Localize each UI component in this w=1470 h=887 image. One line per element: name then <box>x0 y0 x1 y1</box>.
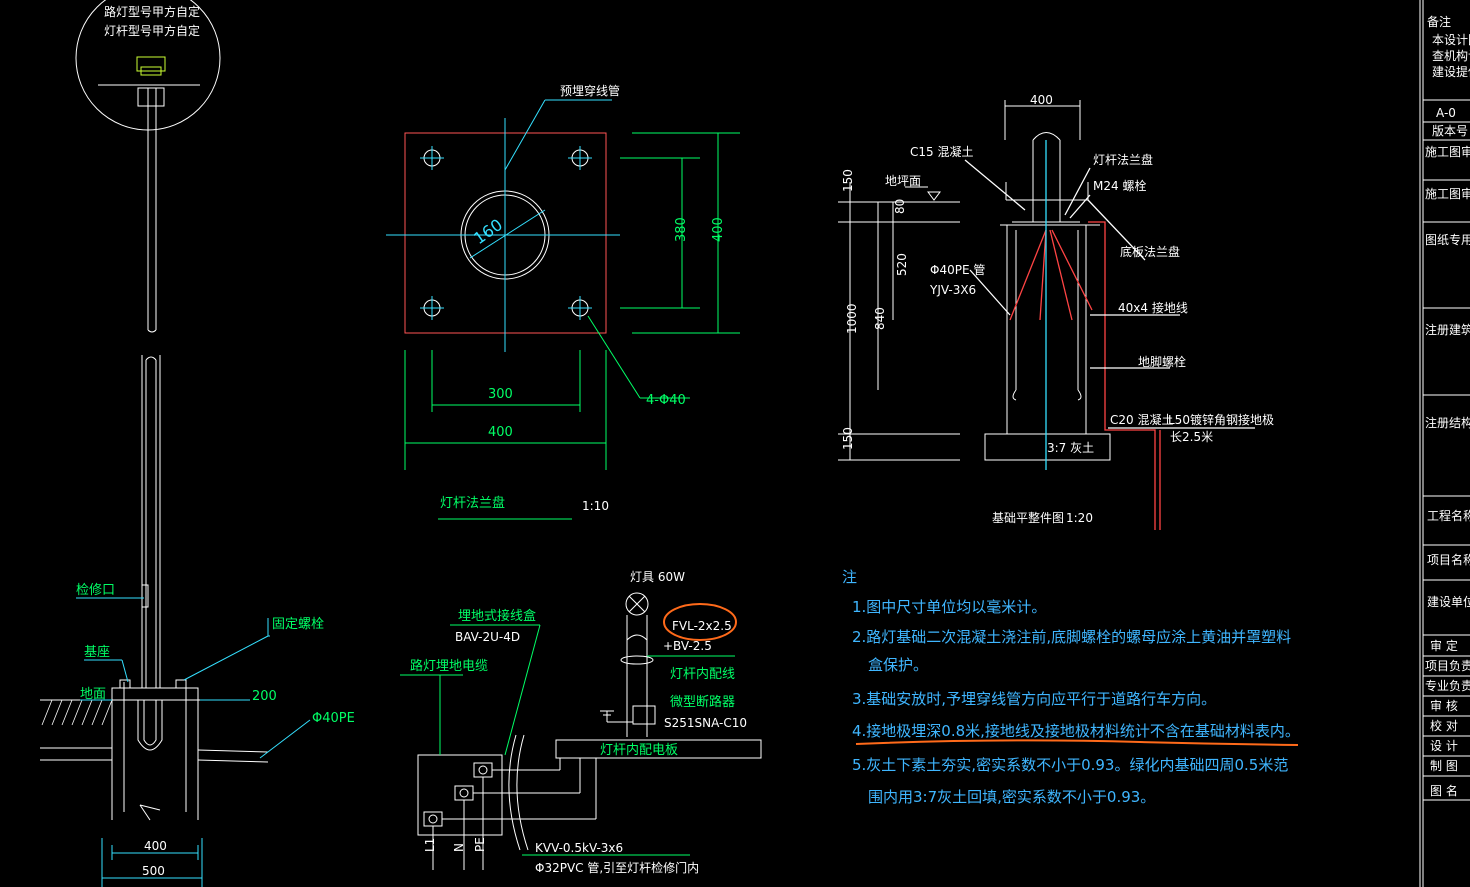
cad-drawing-canvas: 路灯型号甲方自定 灯杆型号甲方自定 检修口 固定螺栓 基座 地面 200 Φ40… <box>40 0 1470 887</box>
pole-flange-label: 灯杆法兰盘 <box>1093 152 1153 167</box>
tb-leader: 项目负责人 <box>1425 659 1470 673</box>
ground-level-label: 地坪面 <box>885 174 921 188</box>
tb-approval2: 施工图审查合 <box>1425 186 1470 201</box>
note-2b: 盒保护。 <box>868 656 928 674</box>
tb-review: 审 定 <box>1430 638 1458 653</box>
markup-underline <box>855 739 1299 746</box>
tb-reg-arch: 注册建筑师 <box>1425 322 1470 337</box>
tb-r3: 建设提供前 <box>1432 64 1470 79</box>
foundation-title: 基础平整件图 <box>992 510 1064 525</box>
tb-unit: 建设单位 <box>1427 594 1470 609</box>
pipe-pe-label: Φ40PE <box>312 711 355 726</box>
inspection-port-label: 检修口 <box>76 583 115 598</box>
diameter-160: 160 <box>470 215 506 248</box>
pvc-label: Φ32PVC 管,引至灯杆检修门内 <box>535 860 699 875</box>
cable-label: YJV-3X6 <box>929 283 976 297</box>
flange-dimensions <box>404 132 740 520</box>
flange-title: 灯杆法兰盘 <box>440 495 505 511</box>
pe-label: PE <box>473 837 487 852</box>
dim-300-h: 300 <box>488 387 513 402</box>
base-label: 基座 <box>84 645 110 660</box>
dim-520: 520 <box>895 253 909 276</box>
fill-label: 3:7 灰土 <box>1047 441 1094 455</box>
note-2a: 2.路灯基础二次混凝土浇注前,底脚螺栓的螺母应涂上黄油并罩塑料 <box>852 628 1291 646</box>
flange-scale: 1:10 <box>582 499 609 513</box>
dim-840: 840 <box>873 307 887 330</box>
tb-seal: 图纸专用章 <box>1425 232 1470 247</box>
note-3: 3.基础安放时,予埋穿线管方向应平行于道路行车方向。 <box>852 690 1216 708</box>
conduit-label: 预埋穿线管 <box>560 83 620 98</box>
c15-label: C15 混凝土 <box>910 144 973 159</box>
note-5a: 5.灰土下素土夯实,密实系数不小于0.93。绿化内基础四周0.5米范 <box>852 756 1288 774</box>
tb-version: 版本号 <box>1432 124 1468 138</box>
tb-check: 审 核 <box>1430 698 1458 713</box>
pipe-label: Φ40PE 管 <box>930 262 985 277</box>
m24-label: M24 螺栓 <box>1093 178 1146 193</box>
tb-remark: 备注 <box>1427 14 1451 29</box>
tb-proof: 校 对 <box>1430 718 1458 733</box>
tb-project: 工程名称 <box>1427 508 1470 523</box>
tb-r1: 本设计图纸 <box>1432 33 1470 47</box>
note-5b: 围内用3:7灰土回填,密实系数不小于0.93。 <box>868 788 1155 806</box>
ground-rod-label: L50镀锌角钢接地极 <box>1168 412 1274 427</box>
pole-wiring-label: 灯杆内配线 <box>670 666 735 682</box>
buried-cable-label: 路灯埋地电缆 <box>410 658 488 674</box>
tb-reg-struct: 注册结构师 <box>1425 415 1470 430</box>
dim-150b: 150 <box>841 427 855 450</box>
tb-approval1: 施工图审查 <box>1425 144 1470 159</box>
ground-wire-label: 40x4 接地线 <box>1118 300 1188 315</box>
ground-label: 地面 <box>80 687 106 702</box>
dim-500-bottom: 500 <box>142 864 165 878</box>
dim-400-v: 400 <box>711 217 726 242</box>
dim-top-400: 400 <box>1030 93 1053 107</box>
foundation-drawing <box>838 100 1111 461</box>
tb-draw: 制 图 <box>1430 759 1458 773</box>
tb-r2: 查机构认可 <box>1432 48 1470 63</box>
c20-label: C20 混凝土 <box>1110 412 1173 427</box>
dim-80: 80 <box>893 199 907 214</box>
dim-380-v: 380 <box>674 217 689 242</box>
l1-label: L1 <box>423 838 437 852</box>
distribution-panel-label: 灯杆内配电板 <box>600 742 678 758</box>
tb-version-code: A-0 <box>1436 106 1456 120</box>
lamp-label: 灯具 60W <box>630 570 685 584</box>
tb-drawing-name: 图 名 <box>1430 783 1458 798</box>
hole-label: 4-Φ40 <box>646 393 686 408</box>
dim-400-h: 400 <box>488 425 513 440</box>
junction-box-label: 埋地式接线盒 <box>458 608 536 624</box>
note-4: 4.接地极埋深0.8米,接地线及接地极材料统计不含在基础材料表内。 <box>852 722 1300 740</box>
bv-label: +BV-2.5 <box>663 639 712 653</box>
rod-length-label: 长2.5米 <box>1170 430 1213 444</box>
notes-heading: 注 <box>842 568 857 586</box>
title-block-text: 备注 本设计图纸 查机构认可 建设提供前 A-0 版本号 施工图审查 施工图审查… <box>1425 14 1470 798</box>
box-model: BAV-2U-4D <box>455 630 520 644</box>
base-flange-label: 底板法兰盘 <box>1120 244 1180 259</box>
pole-hatch <box>41 699 113 726</box>
circle-text-1: 路灯型号甲方自定 <box>104 4 200 19</box>
circle-text-2: 灯杆型号甲方自定 <box>104 23 200 38</box>
kvv-label: KVV-0.5kV-3x6 <box>535 841 623 855</box>
dim-400-bottom: 400 <box>144 839 167 853</box>
tb-prof: 专业负责人 <box>1425 678 1470 693</box>
n-label: N <box>452 843 466 852</box>
tb-item: 项目名称 <box>1427 552 1470 567</box>
fixing-bolt-label: 固定螺栓 <box>272 617 324 632</box>
dim-200: 200 <box>252 689 277 704</box>
pole-detail <box>40 0 269 821</box>
anchor-bolt-label: 地脚螺栓 <box>1138 354 1186 369</box>
breaker-model: S251SNA-C10 <box>664 716 747 730</box>
dim-1000: 1000 <box>845 303 859 334</box>
fvl-label: FVL-2x2.5 <box>672 619 732 633</box>
note-1: 1.图中尺寸单位均以毫米计。 <box>852 598 1046 616</box>
tb-design: 设 计 <box>1430 739 1458 753</box>
pole-leaders <box>76 597 311 887</box>
breaker-label: 微型断路器 <box>670 694 735 710</box>
foundation-lines-color <box>964 140 1255 530</box>
dim-150a: 150 <box>841 169 855 192</box>
notes-block: 注 1.图中尺寸单位均以毫米计。 2.路灯基础二次混凝土浇注前,底脚螺栓的螺母应… <box>842 568 1300 806</box>
foundation-scale: 1:20 <box>1066 511 1093 525</box>
